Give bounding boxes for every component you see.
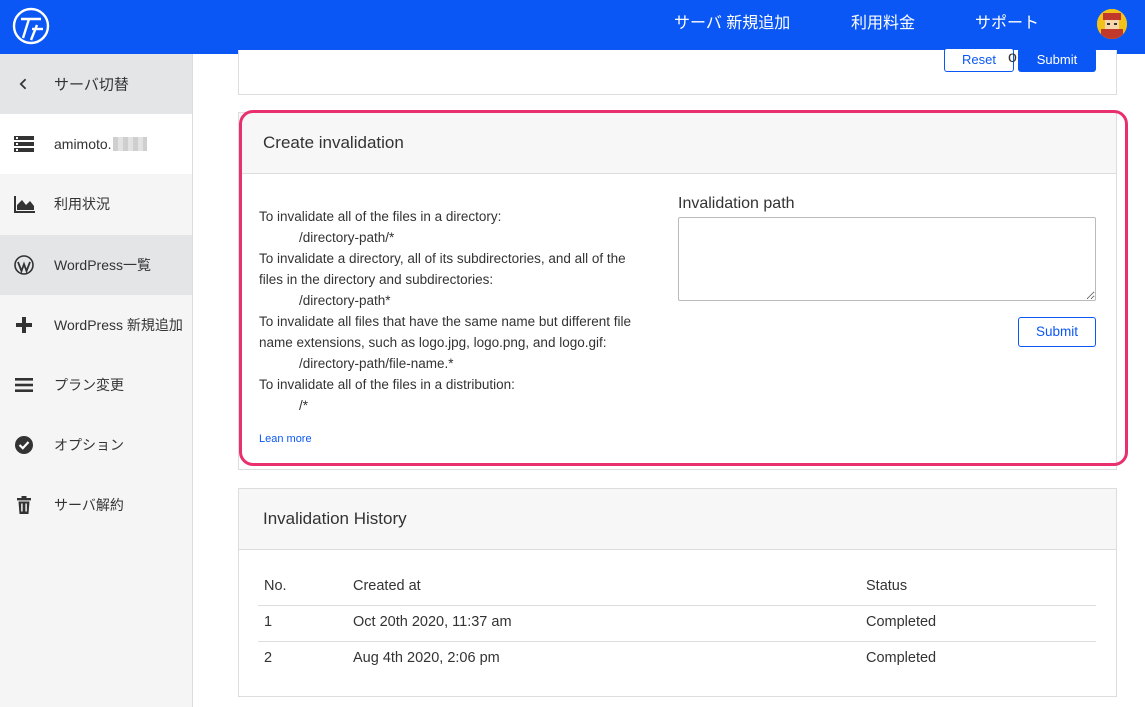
sidebar-item-wordpress-list[interactable]: WordPress一覧 — [0, 235, 192, 295]
sidebar-item-label: WordPress一覧 — [54, 257, 151, 273]
card-header: Create invalidation — [239, 113, 1116, 174]
instruction-text: To invalidate all files that have the sa… — [259, 314, 631, 329]
column-header-no: No. — [264, 578, 287, 594]
instruction-text: To invalidate all of the files in a dire… — [259, 209, 502, 224]
top-submit-button[interactable]: Submit — [1018, 48, 1096, 72]
sidebar-item-label: WordPress 新規追加 — [54, 317, 183, 333]
chevron-left-icon — [19, 78, 27, 90]
sidebar-item-label: サーバ解約 — [54, 497, 124, 513]
chart-area-icon — [14, 196, 35, 213]
card-title: Create invalidation — [263, 133, 404, 152]
sidebar-item-usage[interactable]: 利用状況 — [0, 174, 192, 234]
history-row-status: Completed — [866, 650, 937, 666]
sidebar-item-server[interactable]: amimoto. — [0, 114, 192, 174]
nav-pricing[interactable]: 利用料金 — [851, 0, 915, 54]
history-row-created-at: Aug 4th 2020, 2:06 pm — [353, 650, 500, 666]
wordpress-icon — [14, 255, 34, 275]
server-icon — [14, 136, 34, 152]
service-logo-icon[interactable] — [12, 7, 50, 45]
check-circle-icon — [15, 436, 33, 454]
redacted-server-suffix — [112, 137, 147, 151]
sidebar-item-cancel-server[interactable]: サーバ解約 — [0, 475, 192, 535]
sidebar-back-label: サーバ切替 — [54, 76, 129, 94]
sidebar-item-plan-change[interactable]: プラン変更 — [0, 355, 192, 415]
sidebar-item-label: 利用状況 — [54, 196, 110, 212]
sidebar: サーバ切替 amimoto. 利用状況 WordPress一覧 WordPres… — [0, 54, 193, 707]
plus-icon — [16, 317, 32, 333]
sidebar-item-label: オプション — [54, 437, 124, 453]
instruction-text: To invalidate a directory, all of its su… — [259, 251, 626, 266]
invalidation-path-input[interactable] — [678, 217, 1096, 301]
history-row-created-at: Oct 20th 2020, 11:37 am — [353, 614, 512, 630]
instruction-text: files in the directory and subdirectorie… — [259, 272, 494, 287]
invalidation-path-label: Invalidation path — [678, 195, 795, 212]
history-row-status: Completed — [866, 614, 937, 630]
path-example: /directory-path/* — [299, 230, 395, 245]
sidebar-back-server-switch[interactable]: サーバ切替 — [0, 54, 192, 114]
path-example: /directory-path/file-name.* — [299, 356, 454, 371]
trash-icon — [17, 496, 31, 514]
path-example: /* — [299, 398, 309, 413]
nav-add-server[interactable]: サーバ 新規追加 — [674, 0, 790, 54]
nav-support[interactable]: サポート — [975, 0, 1039, 54]
instruction-text: To invalidate all of the files in a dist… — [259, 377, 515, 392]
instruction-text: name extensions, such as logo.jpg, logo.… — [259, 335, 607, 350]
card-header: Invalidation History — [239, 489, 1116, 550]
sidebar-item-options[interactable]: オプション — [0, 415, 192, 475]
menu-lines-icon — [15, 378, 33, 392]
submit-invalidation-button[interactable]: Submit — [1018, 317, 1096, 347]
column-header-created-at: Created at — [353, 578, 421, 594]
server-name: amimoto. — [54, 136, 112, 152]
path-example: /directory-path* — [299, 293, 391, 308]
card-title: Invalidation History — [263, 509, 407, 528]
sidebar-item-wordpress-add[interactable]: WordPress 新規追加 — [0, 295, 192, 355]
reset-button[interactable]: Reset — [944, 48, 1014, 72]
row-divider — [258, 641, 1096, 642]
history-row-no: 1 — [264, 614, 273, 630]
column-header-status: Status — [866, 578, 908, 594]
learn-more-link[interactable]: Lean more — [259, 433, 312, 445]
top-bar: サーバ 新規追加 利用料金 サポート — [0, 0, 1145, 54]
sidebar-item-label: プラン変更 — [54, 377, 124, 393]
row-divider — [258, 605, 1096, 606]
history-row-no: 2 — [264, 650, 273, 666]
user-avatar-icon[interactable] — [1097, 9, 1127, 39]
